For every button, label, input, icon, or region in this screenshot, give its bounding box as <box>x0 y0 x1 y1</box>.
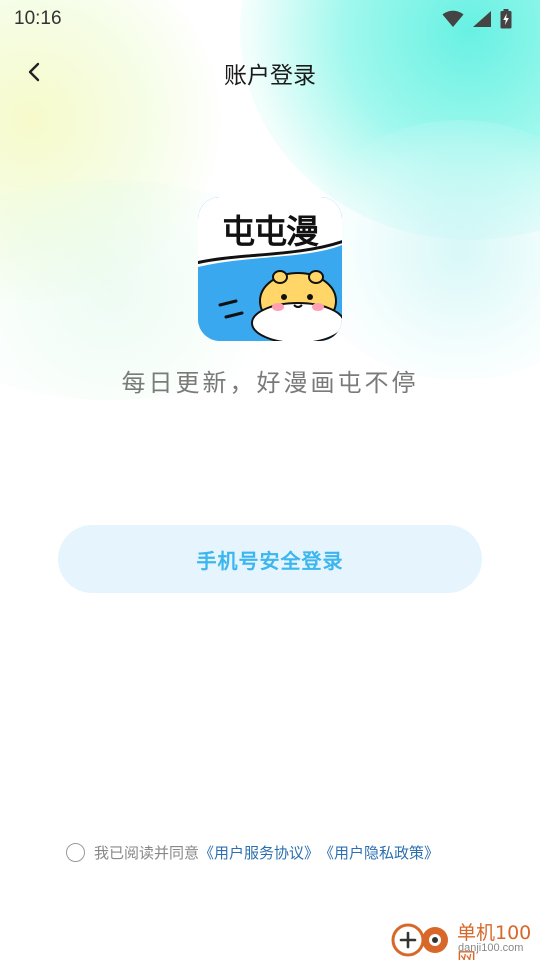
status-time: 10:16 <box>14 8 62 29</box>
logo-text: 屯屯漫 <box>222 212 319 251</box>
agreement-prefix: 我已阅读并同意 <box>94 843 200 862</box>
page-title: 账户登录 <box>224 63 316 89</box>
watermark-logo-icon <box>391 923 448 957</box>
watermark-url: danji100.com <box>458 942 524 954</box>
privacy-policy-link[interactable]: 《用户隐私政策》 <box>319 842 439 863</box>
user-service-agreement-link[interactable]: 《用户服务协议》 <box>199 842 319 863</box>
header: 账户登录 <box>0 50 540 94</box>
status-icons <box>442 9 512 29</box>
agreement: 我已阅读并同意 《用户服务协议》 《用户隐私政策》 <box>66 840 439 864</box>
signal-icon <box>473 11 491 27</box>
watermark: 单机100网 danji100.com <box>390 916 540 960</box>
phone-login-button[interactable]: 手机号安全登录 <box>58 525 482 593</box>
background-gradient <box>0 0 540 960</box>
status-bar: 10:16 <box>0 0 540 38</box>
battery-charging-icon <box>500 9 512 29</box>
agreement-checkbox[interactable] <box>66 842 85 862</box>
wifi-icon <box>442 10 464 27</box>
app-logo: 屯屯漫 <box>198 197 342 341</box>
slogan: 每日更新，好漫画屯不停 <box>121 369 419 397</box>
